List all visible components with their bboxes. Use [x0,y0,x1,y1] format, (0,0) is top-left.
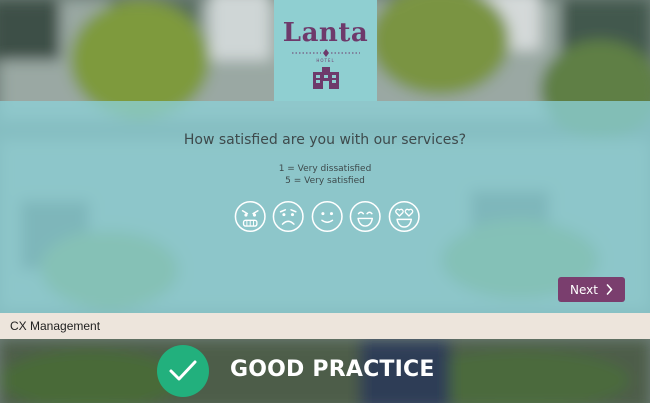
heart-eyes-face-icon[interactable] [388,200,420,233]
neutral-face-icon[interactable] [311,200,343,233]
good-practice-badge [157,345,209,397]
scale-high-label: 5 = Very satisfied [285,176,365,186]
next-button[interactable]: Next [558,277,625,302]
angry-face-icon[interactable] [234,200,266,233]
happy-face-icon[interactable] [349,200,381,233]
logo-subtitle: HOTEL [316,58,335,63]
caption-label: CX Management [10,319,101,333]
scale-legend: 1 = Very dissatisfied 5 = Very satisfied [0,163,650,187]
next-button-label: Next [570,282,598,297]
hotel-logo: Lanta HOTEL [274,0,377,101]
logo-title: Lanta [282,18,369,48]
sad-face-icon[interactable] [272,200,305,233]
verdict-label: GOOD PRACTICE [230,357,435,382]
hotel-building-icon [312,67,339,89]
chevron-right-icon [606,284,613,295]
checkmark-icon [169,360,197,381]
caption-bar: CX Management [0,313,650,339]
rating-faces [234,200,420,236]
scale-low-label: 1 = Very dissatisfied [278,164,372,174]
survey-question: How satisfied are you with our services? [183,132,467,148]
logo-divider [291,49,360,57]
